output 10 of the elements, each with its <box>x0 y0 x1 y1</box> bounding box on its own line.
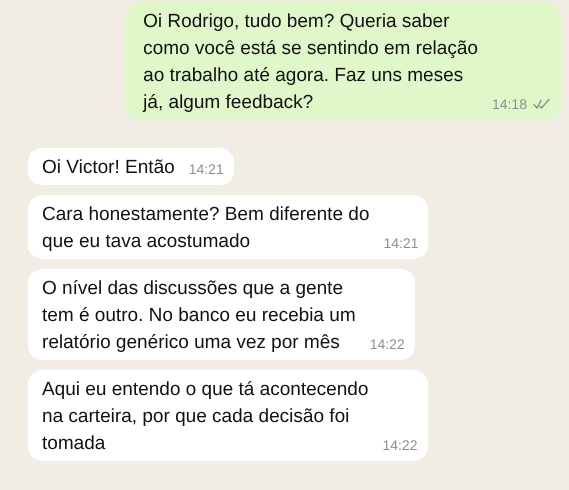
message-text: Cara honestamente? Bem diferente do que eu tava acostumado <box>42 203 370 254</box>
message-time: 14:22 <box>382 437 418 453</box>
message-time: 14:21 <box>383 235 418 251</box>
message-text: Oi Rodrigo, tudo bem? Queria saber como você está se sentindo em relação ao trabalho até agora. Faz uns meses já, algum feedback? <box>143 10 478 115</box>
message-text: Oi Victor! Então <box>42 156 175 180</box>
message-time: 14:22 <box>370 336 405 352</box>
message-time: 14:21 <box>188 161 224 177</box>
message-text: Aqui eu entendo o que tá acontecendo na carteira, por que cada decisão foi tomada <box>42 378 368 456</box>
message-time: 14:18 <box>492 96 527 112</box>
message-text: O nível das discussões que a gente tem é outro. No banco eu recebia um relatório genérico uma vez por mês <box>42 277 356 355</box>
